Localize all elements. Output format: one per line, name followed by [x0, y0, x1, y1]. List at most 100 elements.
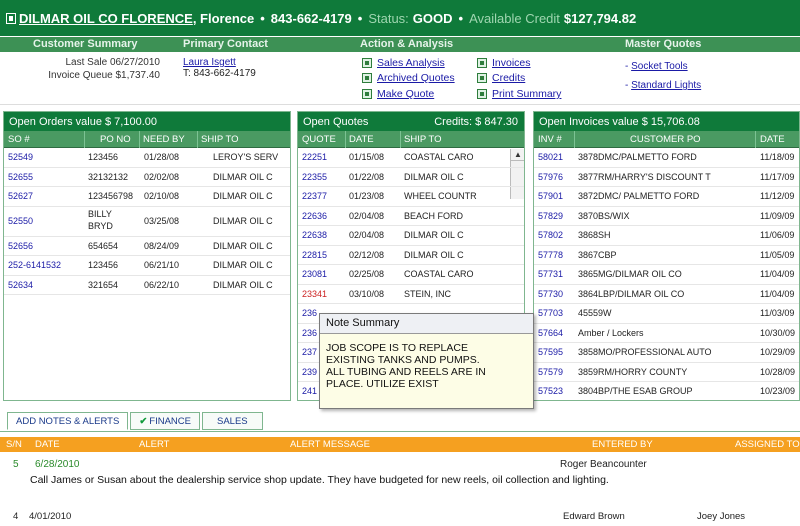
col-need-by[interactable]: NEED BY: [143, 134, 185, 145]
credits-link[interactable]: Credits: [477, 72, 525, 84]
col-entered-by[interactable]: ENTERED BY: [592, 439, 653, 450]
archived-quotes-label[interactable]: Archived Quotes: [377, 72, 455, 84]
col-ship-to[interactable]: SHIP TO: [201, 134, 239, 145]
table-row[interactable]: 57731 3865MG/DILMAR OIL CO 11/04/09: [534, 265, 799, 285]
contact-name-link[interactable]: Laura Isgett: [183, 57, 256, 68]
quote-number[interactable]: 23341: [302, 289, 327, 299]
tab-finance-label[interactable]: FINANCE: [149, 416, 191, 427]
invoice-number[interactable]: 57901: [538, 191, 563, 201]
invoice-number[interactable]: 57523: [538, 386, 563, 396]
quote-number[interactable]: 22636: [302, 211, 327, 221]
quote-number[interactable]: 22251: [302, 152, 327, 162]
table-row[interactable]: 57730 3864LBP/DILMAR OIL CO 11/04/09: [534, 285, 799, 304]
invoice-number[interactable]: 57730: [538, 289, 563, 299]
quote-number[interactable]: 239: [302, 367, 317, 377]
col-alert[interactable]: ALERT: [139, 439, 169, 450]
table-row[interactable]: 57829 3870BS/WIX 11/09/09: [534, 207, 799, 226]
so-number[interactable]: 252-6141532: [8, 260, 61, 270]
table-row[interactable]: 22636 02/04/08 BEACH FORD: [298, 207, 524, 226]
so-number[interactable]: 52634: [8, 280, 33, 290]
col-po[interactable]: PO NO: [100, 134, 131, 145]
table-row[interactable]: 57523 3804BP/THE ESAB GROUP 10/23/09: [534, 382, 799, 400]
sales-analysis-label[interactable]: Sales Analysis: [377, 57, 445, 69]
table-row[interactable]: 57802 3868SH 11/06/09: [534, 226, 799, 246]
table-row[interactable]: 57595 3858MO/PROFESSIONAL AUTO 10/29/09: [534, 343, 799, 363]
quote-number[interactable]: 237: [302, 347, 317, 357]
invoice-number[interactable]: 57829: [538, 211, 563, 221]
table-row[interactable]: 22251 01/15/08 COASTAL CARO: [298, 148, 524, 168]
tab-finance[interactable]: ✔ FINANCE: [130, 412, 200, 430]
tab-add-notes-alerts[interactable]: ADD NOTES & ALERTS: [7, 412, 129, 430]
quote-number[interactable]: 22377: [302, 191, 327, 201]
so-number[interactable]: 52549: [8, 152, 33, 162]
make-quote-link[interactable]: Make Quote: [362, 88, 434, 100]
col-so[interactable]: SO #: [8, 134, 30, 145]
invoice-number[interactable]: 57703: [538, 308, 563, 318]
col-customer-po[interactable]: CUSTOMER PO: [630, 134, 701, 145]
invoices-link[interactable]: Invoices: [477, 57, 531, 69]
invoice-number[interactable]: 57664: [538, 328, 563, 338]
quote-number[interactable]: 23081: [302, 269, 327, 279]
table-row[interactable]: 57901 3872DMC/ PALMETTO FORD 11/12/09: [534, 187, 799, 207]
invoices-label[interactable]: Invoices: [492, 57, 531, 69]
table-row[interactable]: 58021 3878DMC/PALMETTO FORD 11/18/09: [534, 148, 799, 168]
quote-number[interactable]: 241: [302, 386, 317, 396]
tab-sales[interactable]: SALES: [201, 412, 263, 430]
invoice-number[interactable]: 57595: [538, 347, 563, 357]
col-assigned-to[interactable]: ASSIGNED TO: [735, 439, 800, 450]
socket-tools-link[interactable]: - Socket Tools: [625, 61, 688, 72]
socket-tools-label[interactable]: Socket Tools: [631, 61, 688, 72]
table-row[interactable]: 52550 BILLY BRYD 03/25/08 DILMAR OIL C: [4, 207, 290, 237]
customer-name[interactable]: DILMAR OIL CO FLORENCE: [19, 11, 193, 26]
col-date[interactable]: DATE: [35, 439, 60, 450]
invoice-number[interactable]: 57731: [538, 269, 563, 279]
table-row[interactable]: 57976 3877RM/HARRY'S DISCOUNT T 11/17/09: [534, 168, 799, 187]
col-alert-message[interactable]: ALERT MESSAGE: [290, 439, 370, 450]
make-quote-label[interactable]: Make Quote: [377, 88, 434, 100]
quote-number[interactable]: 236: [302, 308, 317, 318]
standard-lights-label[interactable]: Standard Lights: [631, 80, 701, 91]
table-row[interactable]: 23341 03/10/08 STEIN, INC: [298, 285, 524, 304]
table-row[interactable]: 57703 45559W 11/03/09: [534, 304, 799, 324]
table-row[interactable]: 57579 3859RM/HORRY COUNTY 10/28/09: [534, 363, 799, 382]
so-number[interactable]: 52656: [8, 241, 33, 251]
invoice-number[interactable]: 58021: [538, 152, 563, 162]
col-date[interactable]: DATE: [760, 134, 785, 145]
table-row[interactable]: 22638 02/04/08 DILMAR OIL C: [298, 226, 524, 246]
so-number[interactable]: 52550: [8, 216, 33, 226]
alert-row[interactable]: 5 6/28/2010 Roger Beancounter: [0, 459, 800, 473]
col-sn[interactable]: S/N: [6, 439, 22, 450]
table-row[interactable]: 52627 123456798 02/10/08 DILMAR OIL C: [4, 187, 290, 207]
table-row[interactable]: 22377 01/23/08 WHEEL COUNTR: [298, 187, 524, 207]
so-number[interactable]: 52655: [8, 172, 33, 182]
alert-row[interactable]: 4 4/01/2010 Edward Brown Joey Jones: [0, 511, 800, 525]
customer-name-link[interactable]: DILMAR OIL CO FLORENCE: [6, 11, 193, 26]
col-date[interactable]: DATE: [349, 134, 374, 145]
table-row[interactable]: 52634 321654 06/22/10 DILMAR OIL C: [4, 276, 290, 295]
quote-number[interactable]: 236: [302, 328, 317, 338]
credits-label[interactable]: Credits: [492, 72, 525, 84]
table-row[interactable]: 52655 32132132 02/02/08 DILMAR OIL C: [4, 168, 290, 187]
invoice-number[interactable]: 57778: [538, 250, 563, 260]
invoice-number[interactable]: 57976: [538, 172, 563, 182]
quote-number[interactable]: 22815: [302, 250, 327, 260]
print-summary-link[interactable]: Print Summary: [477, 88, 561, 100]
so-number[interactable]: 52627: [8, 191, 33, 201]
table-row[interactable]: 57664 Amber / Lockers 10/30/09: [534, 324, 799, 343]
invoice-number[interactable]: 57579: [538, 367, 563, 377]
standard-lights-link[interactable]: - Standard Lights: [625, 80, 701, 91]
invoice-number[interactable]: 57802: [538, 230, 563, 240]
sales-analysis-link[interactable]: Sales Analysis: [362, 57, 445, 69]
col-ship-to[interactable]: SHIP TO: [404, 134, 442, 145]
table-row[interactable]: 22815 02/12/08 DILMAR OIL C: [298, 246, 524, 265]
quote-number[interactable]: 22355: [302, 172, 327, 182]
col-quote[interactable]: QUOTE: [302, 134, 336, 145]
table-row[interactable]: 22355 01/22/08 DILMAR OIL C: [298, 168, 524, 187]
col-inv[interactable]: INV #: [538, 134, 562, 145]
table-row[interactable]: 57778 3867CBP 11/05/09: [534, 246, 799, 265]
table-row[interactable]: 52656 654654 08/24/09 DILMAR OIL C: [4, 237, 290, 256]
table-row[interactable]: 23081 02/25/08 COASTAL CARO: [298, 265, 524, 285]
print-summary-label[interactable]: Print Summary: [492, 88, 561, 100]
table-row[interactable]: 52549 123456 01/28/08 LEROY'S SERV: [4, 148, 290, 168]
table-row[interactable]: 252-6141532 123456 06/21/10 DILMAR OIL C: [4, 256, 290, 276]
